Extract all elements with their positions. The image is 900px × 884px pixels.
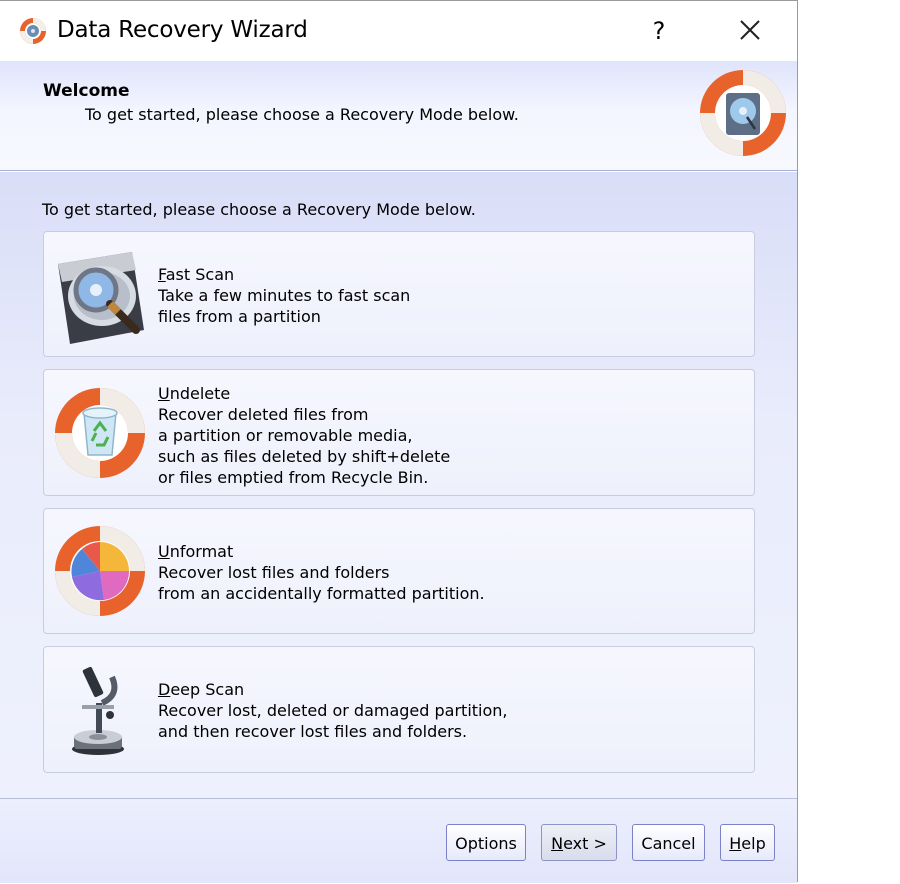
undelete-desc-line: such as files deleted by shift+delete (158, 447, 451, 466)
lifebuoy-harddisk-logo-icon (700, 70, 786, 156)
fast-scan-desc-line: files from a partition (158, 307, 321, 326)
mode-card-unformat[interactable]: Unformat Recover lost files and folders … (43, 508, 755, 634)
undelete-desc-line: Recover deleted files from (158, 405, 369, 424)
options-button[interactable]: Options (446, 824, 526, 861)
help-label-rest: elp (741, 834, 766, 853)
undelete-text: Undelete Recover deleted files from a pa… (158, 383, 450, 488)
welcome-header: Welcome To get started, please choose a … (0, 61, 797, 171)
mode-card-deep-scan[interactable]: Deep Scan Recover lost, deleted or damag… (43, 646, 755, 773)
undelete-title-rest: ndelete (169, 384, 231, 403)
deep-scan-desc-line: and then recover lost files and folders. (158, 722, 468, 741)
deep-scan-title: Deep Scan (158, 679, 508, 700)
unformat-title: Unformat (158, 541, 485, 562)
next-label-rest: ext > (563, 834, 607, 853)
harddisk-magnifier-icon (58, 252, 144, 344)
lifebuoy-recycle-bin-icon (55, 388, 145, 478)
next-button[interactable]: Next > (541, 824, 617, 861)
wizard-footer: Options Next > Cancel Help (0, 798, 797, 883)
recovery-mode-area: To get started, please choose a Recovery… (0, 172, 797, 798)
unformat-accesskey: U (158, 542, 170, 561)
next-accesskey: N (551, 834, 564, 853)
header-subtitle: To get started, please choose a Recovery… (85, 105, 519, 124)
undelete-desc-line: or files emptied from Recycle Bin. (158, 468, 429, 487)
unformat-title-rest: nformat (169, 542, 234, 561)
deep-scan-accesskey: D (158, 680, 171, 699)
body-intro-text: To get started, please choose a Recovery… (42, 200, 476, 219)
window-title: Data Recovery Wizard (57, 17, 308, 43)
undelete-accesskey: U (158, 384, 170, 403)
help-button[interactable]: Help (720, 824, 775, 861)
undelete-desc-line: a partition or removable media, (158, 426, 413, 445)
close-icon[interactable] (730, 13, 770, 49)
header-title: Welcome (43, 81, 130, 101)
fast-scan-title: Fast Scan (158, 264, 410, 285)
microscope-harddisk-icon (72, 666, 124, 755)
undelete-title: Undelete (158, 383, 450, 404)
fast-scan-desc-line: Take a few minutes to fast scan (158, 286, 411, 305)
unformat-desc-line: from an accidentally formatted partition… (158, 584, 485, 603)
data-recovery-wizard-window: Data Recovery Wizard ? Welcome To get st… (0, 0, 798, 883)
cancel-button[interactable]: Cancel (632, 824, 705, 861)
mode-card-fast-scan[interactable]: Fast Scan Take a few minutes to fast sca… (43, 231, 755, 357)
fast-scan-text: Fast Scan Take a few minutes to fast sca… (158, 264, 410, 327)
mode-card-undelete[interactable]: Undelete Recover deleted files from a pa… (43, 369, 755, 496)
deep-scan-desc-line: Recover lost, deleted or damaged partiti… (158, 701, 508, 720)
deep-scan-title-rest: eep Scan (170, 680, 245, 699)
title-bar[interactable]: Data Recovery Wizard ? (0, 1, 797, 61)
help-accesskey: H (729, 834, 742, 853)
unformat-desc-line: Recover lost files and folders (158, 563, 390, 582)
fast-scan-accesskey: F (158, 265, 166, 284)
unformat-text: Unformat Recover lost files and folders … (158, 541, 485, 604)
fast-scan-title-rest: ast Scan (165, 265, 235, 284)
title-help-button[interactable]: ? (644, 13, 674, 49)
deep-scan-text: Deep Scan Recover lost, deleted or damag… (158, 679, 508, 742)
app-icon (20, 18, 46, 44)
lifebuoy-pie-chart-icon (55, 526, 145, 616)
